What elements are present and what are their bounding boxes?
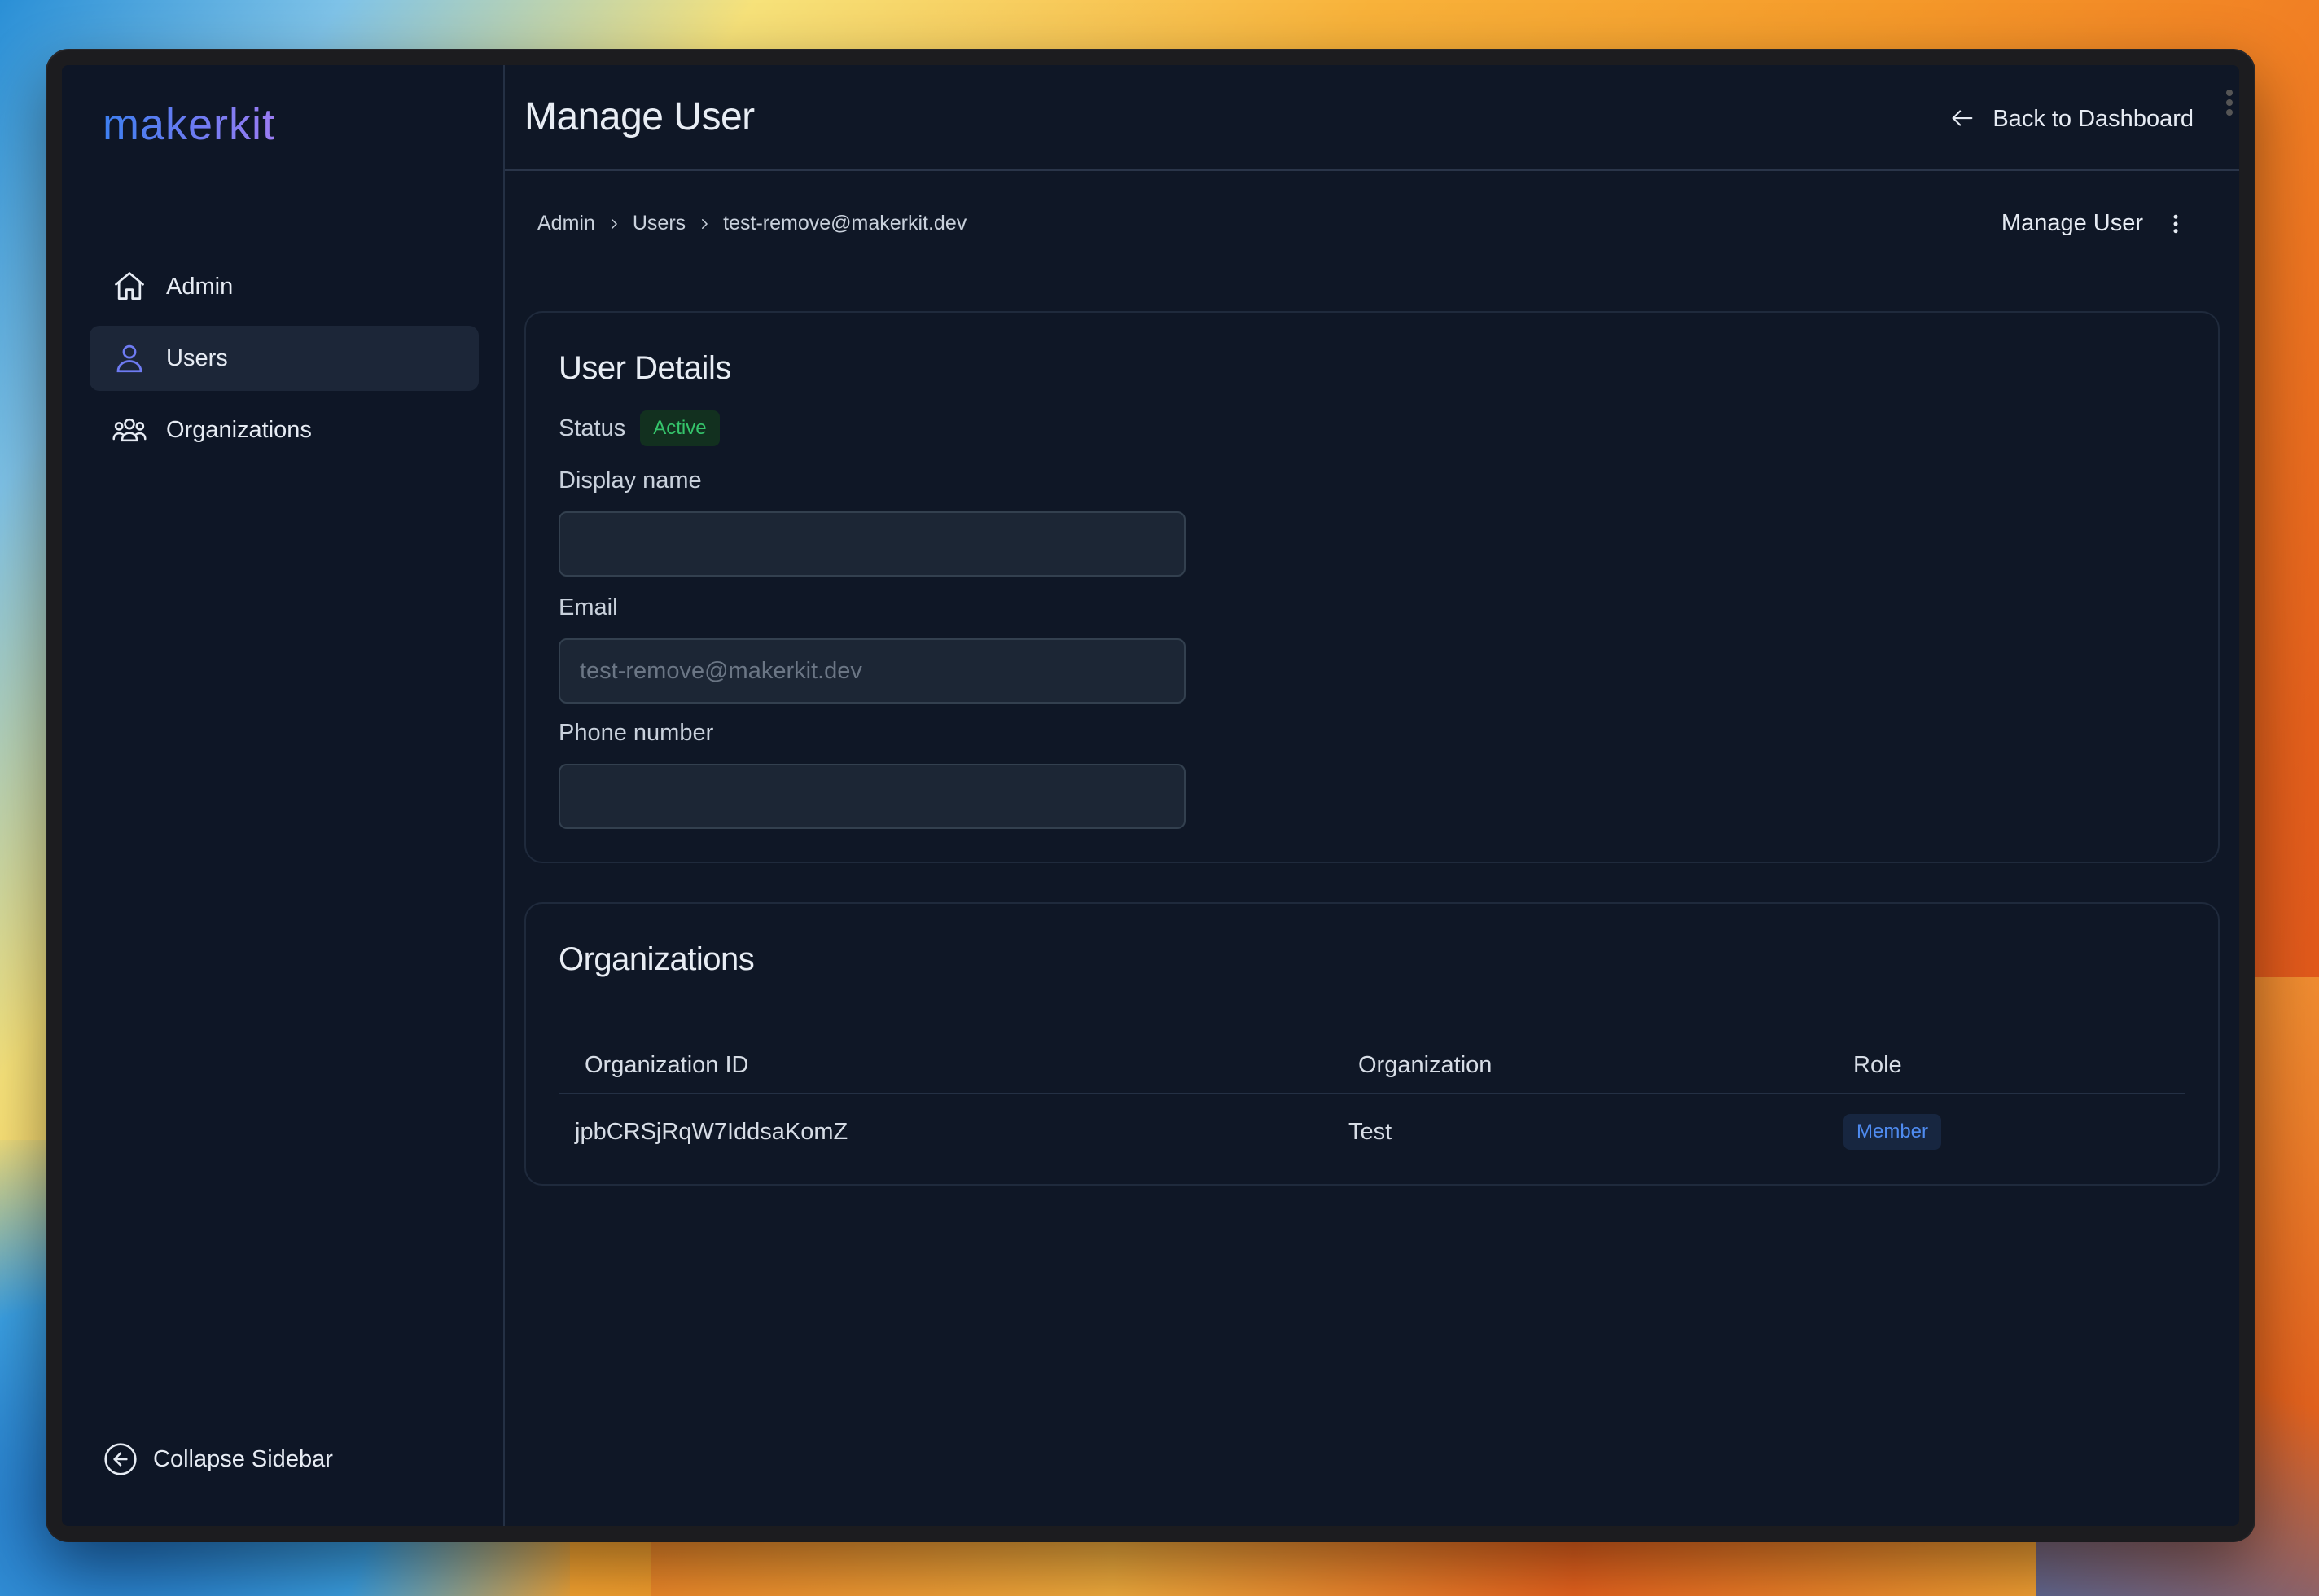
role-badge: Member bbox=[1843, 1114, 1942, 1150]
breadcrumb: Admin Users test-remove@makerkit.dev bbox=[537, 212, 967, 235]
column-header-organization-id: Organization ID bbox=[585, 1052, 749, 1078]
user-icon bbox=[111, 340, 148, 377]
organization-id-cell: jpbCRSjRqW7IddsaKomZ bbox=[575, 1119, 848, 1145]
table-header: Organization ID Organization Role bbox=[559, 1034, 2185, 1094]
main-content: Manage User Back to Dashboard Admin User… bbox=[505, 65, 2239, 1526]
sidebar-nav: Admin Users Organizations bbox=[90, 254, 479, 469]
sidebar-item-label: Users bbox=[166, 344, 228, 371]
organization-name-cell[interactable]: Test bbox=[1348, 1119, 1392, 1146]
more-vertical-icon bbox=[2173, 214, 2178, 233]
logo[interactable]: makerkit bbox=[103, 99, 275, 150]
sidebar-item-label: Admin bbox=[166, 273, 234, 300]
phone-number-label: Phone number bbox=[559, 720, 714, 746]
organizations-card: Organizations Organization ID Organizati… bbox=[524, 902, 2220, 1186]
chevron-right-icon bbox=[702, 218, 708, 229]
status-badge: Active bbox=[640, 410, 720, 446]
user-details-title: User Details bbox=[559, 350, 731, 386]
user-details-card: User Details Status Active Display name … bbox=[524, 311, 2220, 863]
column-header-organization: Organization bbox=[1358, 1052, 1493, 1078]
home-icon bbox=[111, 268, 148, 305]
sidebar: makerkit Admin Users Organizations Colla… bbox=[62, 65, 505, 1526]
breadcrumb-current: test-remove@makerkit.dev bbox=[723, 212, 967, 235]
email-label: Email bbox=[559, 594, 618, 620]
top-bar: Manage User Back to Dashboard bbox=[505, 65, 2239, 171]
organizations-title: Organizations bbox=[559, 941, 755, 977]
status-label: Status bbox=[559, 414, 626, 441]
collapse-sidebar-label: Collapse Sidebar bbox=[153, 1445, 333, 1472]
breadcrumb-users[interactable]: Users bbox=[633, 212, 686, 235]
status-row: Status Active bbox=[559, 410, 720, 446]
table-row[interactable]: jpbCRSjRqW7IddsaKomZ Test Member bbox=[559, 1094, 2185, 1168]
manage-user-menu-button[interactable]: Manage User bbox=[2001, 210, 2185, 237]
sidebar-item-organizations[interactable]: Organizations bbox=[90, 397, 479, 463]
sidebar-item-users[interactable]: Users bbox=[90, 326, 479, 391]
collapse-sidebar-button[interactable]: Collapse Sidebar bbox=[103, 1441, 333, 1477]
manage-user-label: Manage User bbox=[2001, 210, 2143, 236]
sidebar-item-label: Organizations bbox=[166, 416, 312, 443]
display-name-input[interactable] bbox=[559, 511, 1186, 577]
phone-number-input[interactable] bbox=[559, 764, 1186, 829]
chevron-right-icon bbox=[611, 218, 617, 229]
sidebar-item-admin[interactable]: Admin bbox=[90, 254, 479, 319]
users-group-icon bbox=[111, 411, 148, 449]
arrow-left-icon bbox=[1949, 104, 1978, 134]
email-input[interactable] bbox=[559, 638, 1186, 704]
app-window: makerkit Admin Users Organizations Colla… bbox=[47, 50, 2254, 1541]
back-to-dashboard-label: Back to Dashboard bbox=[1992, 105, 2194, 132]
column-header-role: Role bbox=[1853, 1052, 1902, 1078]
page-title: Manage User bbox=[524, 95, 755, 138]
back-to-dashboard-button[interactable]: Back to Dashboard bbox=[1949, 104, 2194, 134]
arrow-left-circle-icon bbox=[103, 1441, 138, 1477]
breadcrumb-admin[interactable]: Admin bbox=[537, 212, 595, 235]
display-name-label: Display name bbox=[559, 467, 702, 493]
wallpaper-shape bbox=[651, 1531, 2036, 1596]
